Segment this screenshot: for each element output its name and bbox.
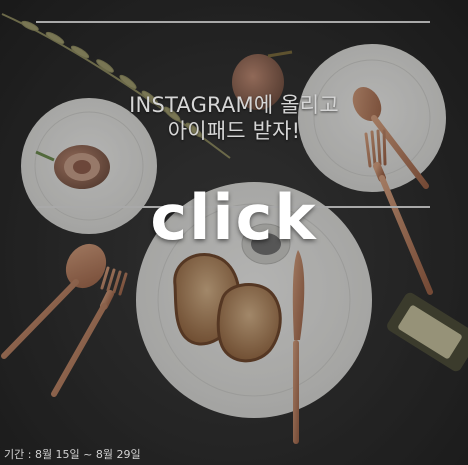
copper-fork-left xyxy=(51,266,128,397)
instagram-event-banner[interactable]: INSTAGRAM에 올리고 아이패드 받자! click 기간 : 8월 15… xyxy=(0,0,468,465)
headline-line-2: 아이패드 받자! xyxy=(167,119,301,143)
event-period: 기간 : 8월 15일 ~ 8월 29일 xyxy=(4,448,141,461)
jar xyxy=(387,292,468,372)
top-divider xyxy=(36,21,430,23)
headline-line-1: INSTAGRAM에 올리고 xyxy=(129,93,339,117)
click-button[interactable]: click xyxy=(0,178,468,258)
